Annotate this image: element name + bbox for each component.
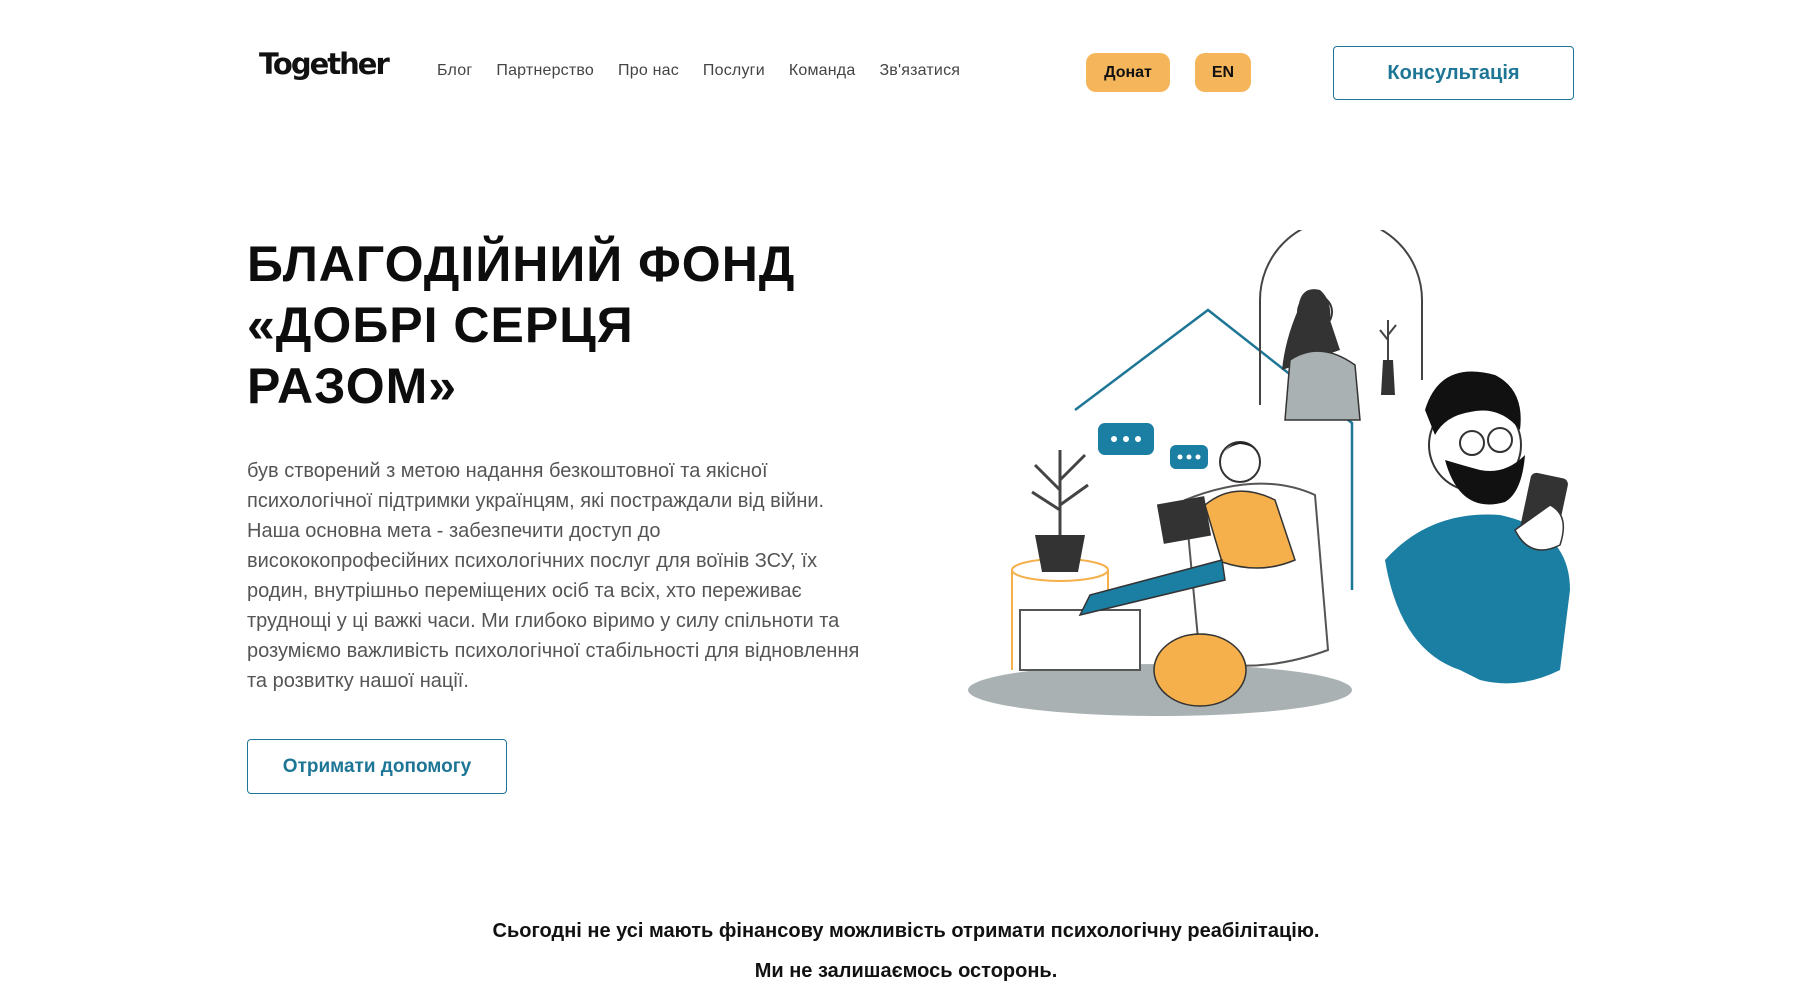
nav-link-services[interactable]: Послуги bbox=[703, 62, 765, 80]
hero-title: БЛАГОДІЙНИЙ ФОНД «ДОБРІ СЕРЦЯ РАЗОМ» bbox=[247, 234, 887, 417]
laptop bbox=[1156, 496, 1212, 544]
hero-title-line: БЛАГОДІЙНИЙ ФОНД bbox=[247, 236, 796, 292]
nav-link-contact[interactable]: Зв'язатися bbox=[879, 62, 960, 80]
hero-description: був створений з метою надання безкоштовн… bbox=[247, 460, 860, 692]
bottom-message-line1: Сьогодні не усі мають фінансову можливіс… bbox=[492, 920, 1320, 942]
get-help-button[interactable]: Отримати допомогу bbox=[247, 739, 507, 794]
hero-illustration bbox=[968, 230, 1570, 716]
logo[interactable]: Together bbox=[259, 50, 429, 79]
donate-button[interactable]: Донат bbox=[1086, 53, 1170, 92]
nav-link-about[interactable]: Про нас bbox=[618, 62, 679, 80]
footstool bbox=[1019, 609, 1141, 671]
language-switch-button[interactable]: EN bbox=[1195, 53, 1251, 92]
vase-branch bbox=[1379, 320, 1397, 360]
site-header: Together Блог Партнерство Про нас Послуг… bbox=[0, 0, 1812, 145]
main-nav: Блог Партнерство Про нас Послуги Команда… bbox=[437, 62, 984, 80]
nav-link-partnership[interactable]: Партнерство bbox=[496, 62, 594, 80]
sleeping-dog bbox=[1153, 633, 1247, 707]
nav-link-blog[interactable]: Блог bbox=[437, 62, 472, 80]
arch-woman-body bbox=[1284, 350, 1361, 421]
hero-title-line: РАЗОМ» bbox=[247, 358, 458, 414]
logo-wordmark: Together bbox=[259, 47, 390, 81]
plant-leaves bbox=[1031, 450, 1089, 535]
bottom-message-line2: Ми не залишаємось осторонь. bbox=[754, 960, 1058, 982]
consultation-button[interactable]: Консультація bbox=[1333, 46, 1574, 100]
nav-link-team[interactable]: Команда bbox=[789, 62, 856, 80]
hero-title-line: «ДОБРІ СЕРЦЯ bbox=[247, 297, 634, 353]
plant-pot bbox=[1035, 535, 1085, 572]
vase bbox=[1381, 360, 1395, 395]
